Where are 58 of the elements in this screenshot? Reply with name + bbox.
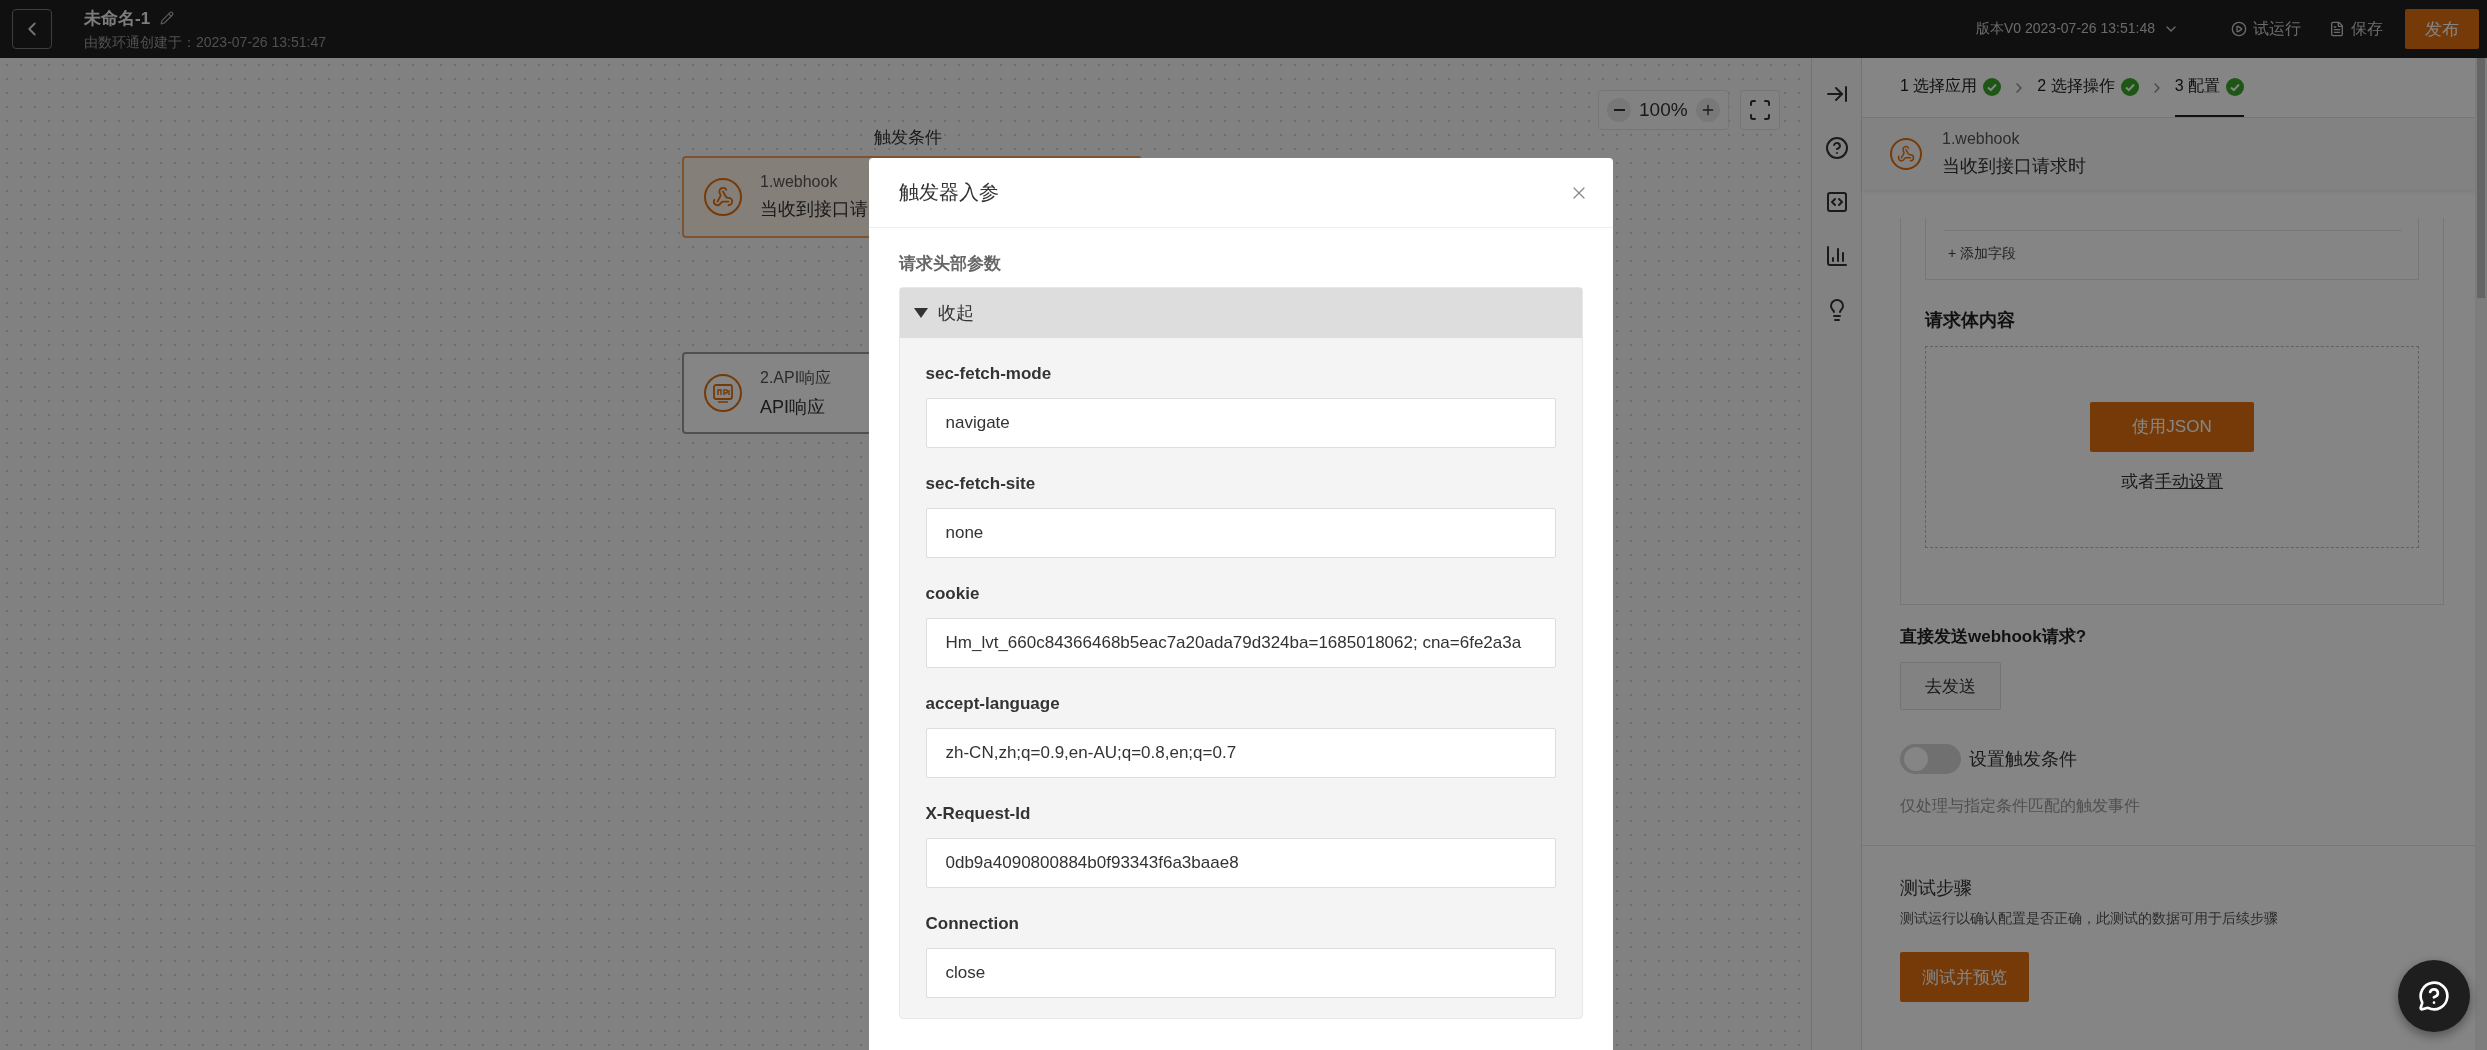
fullscreen-button[interactable] [1740,90,1780,130]
zoom-out-button[interactable] [1607,98,1631,122]
group-label: 触发条件 [874,127,942,149]
scrollbar[interactable] [2475,58,2487,1050]
node-subtitle: API响应 [760,395,826,419]
webhook-icon [1897,145,1915,163]
input-field[interactable]: navigate [925,398,1556,448]
test-description: 测试运行以确认配置是否正确，此测试的数据可用于后续步骤 [1900,910,2279,928]
input-field[interactable]: zh-CN,zh;q=0.9,en-AU;q=0.8,en;q=0.7 [925,728,1556,778]
collapse-toggle[interactable]: 收起 [899,288,1582,338]
section-title: 请求体内容 [1925,309,2016,332]
check-icon [1983,77,2002,96]
api-icon [712,382,734,404]
input-field[interactable]: Hm_lvt_660c84366468b5eac7a20ada79d324ba=1685018062; cna=6fe2a3a [925,618,1556,668]
field-label: cookie [925,584,981,604]
manual-setup-text: 或者手动设置 [2121,470,2223,493]
field-label: Connection [925,914,1020,934]
chart-icon[interactable] [1824,244,1849,268]
edit-icon[interactable] [160,11,175,25]
zoom-level: 100% [1639,99,1688,121]
triangle-icon [913,307,928,319]
field-label: X-Request-Id [925,804,1032,824]
version-dropdown[interactable]: 版本V0 2023-07-26 13:51:48 [1970,19,2185,39]
node-subtitle: 当收到接口请 [760,198,868,221]
play-icon [2231,21,2247,37]
check-icon [2120,77,2139,96]
document-icon [2329,21,2345,37]
node-title: 2.API响应 [760,367,832,388]
save-button[interactable]: 保存 [2323,9,2389,49]
node-title: 1.webhook [760,173,839,191]
test-title: 测试步骤 [1900,877,1973,900]
section-title: 直接发送webhook请求? [1900,626,2088,648]
input-field[interactable]: 0db9a4090800884b0f93343f6a3baae8 [925,838,1556,888]
project-title: 未命名-1 [84,7,151,30]
field-label: sec-fetch-site [925,474,1037,494]
input-field[interactable]: none [925,508,1556,558]
code-icon[interactable] [1824,190,1849,214]
fullscreen-icon [1748,98,1772,122]
run-button[interactable]: 试运行 [2225,9,2307,49]
step-tab[interactable]: 2 选择操作 [2037,58,2139,117]
send-button[interactable]: 去发送 [1900,662,2001,710]
input-field[interactable]: close [925,948,1556,998]
dialog-title: 触发器入参 [898,180,999,205]
check-icon [2226,77,2245,96]
trigger-title: 1.webhook [1942,130,2021,148]
help-icon[interactable] [1824,136,1849,160]
field-label: accept-language [925,694,1061,714]
toggle-label: 设置触发条件 [1969,748,2077,771]
step-tab[interactable]: 1 选择应用 [1900,58,2002,117]
minus-icon [1613,109,1625,111]
field-label: sec-fetch-mode [925,364,1053,384]
section-title: 请求头部参数 [898,253,1002,275]
trigger-subtitle: 当收到接口请求时 [1942,155,2086,178]
manual-setup-link[interactable]: 手动设置 [2155,471,2223,491]
add-field-button[interactable]: + 添加字段 [1942,231,2402,277]
webhook-icon [712,186,734,208]
zoom-in-button[interactable] [1695,98,1720,122]
help-chat-icon [2418,980,2450,1012]
